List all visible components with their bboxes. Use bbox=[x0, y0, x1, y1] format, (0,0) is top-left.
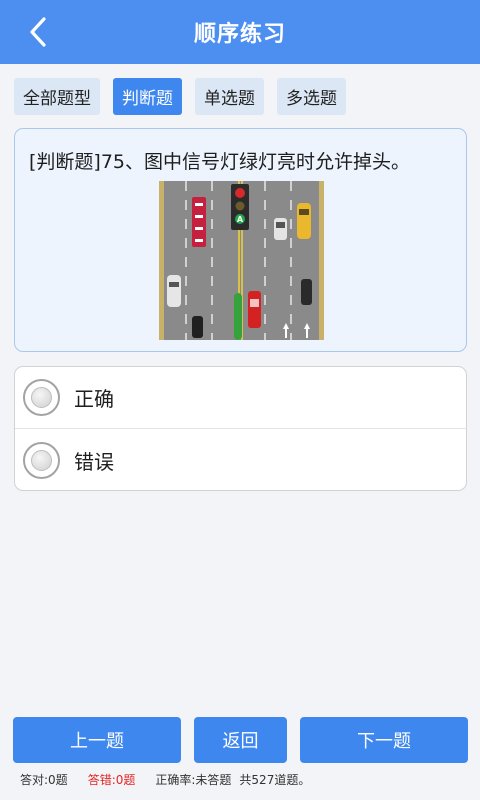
filter-true-false[interactable]: 判断题 bbox=[113, 78, 182, 115]
filter-multiple-choice[interactable]: 多选题 bbox=[277, 78, 346, 115]
option-label: 错误 bbox=[74, 449, 114, 474]
next-question-button[interactable]: 下一题 bbox=[300, 717, 468, 763]
radio-indicator bbox=[31, 387, 52, 408]
answer-stats: 答对:0题 答错:0题 正确率:未答题 共527道题。 bbox=[20, 771, 330, 788]
question-text: [判断题]75、图中信号灯绿灯亮时允许掉头。 bbox=[29, 151, 411, 173]
filter-single-choice[interactable]: 单选题 bbox=[195, 78, 264, 115]
option-correct[interactable]: 正确 bbox=[15, 367, 466, 429]
page-title: 顺序练习 bbox=[193, 22, 286, 47]
question-card: [判断题]75、图中信号灯绿灯亮时允许掉头。 A bbox=[14, 128, 467, 352]
option-wrong[interactable]: 错误 bbox=[15, 429, 466, 490]
radio-button[interactable] bbox=[23, 441, 60, 479]
radio-indicator bbox=[31, 449, 52, 471]
app-header: 顺序练习 bbox=[0, 0, 480, 64]
signal-arrow-label: A bbox=[237, 215, 244, 224]
correct-count: 答对:0题 bbox=[20, 773, 68, 787]
question-type-filter: 全部题型 判断题 单选题 多选题 bbox=[14, 78, 346, 115]
chevron-left-icon bbox=[30, 17, 46, 47]
previous-question-button[interactable]: 上一题 bbox=[13, 717, 181, 763]
traffic-intersection-image: A bbox=[159, 181, 324, 340]
option-label: 正确 bbox=[74, 387, 114, 411]
filter-all-types[interactable]: 全部题型 bbox=[14, 78, 100, 115]
radio-button[interactable] bbox=[23, 379, 60, 416]
accuracy-rate: 正确率:未答题 bbox=[155, 773, 232, 787]
return-button[interactable]: 返回 bbox=[194, 717, 287, 763]
answer-options: 正确 错误 bbox=[14, 366, 467, 491]
wrong-count: 答错:0题 bbox=[87, 773, 136, 787]
back-button[interactable] bbox=[20, 14, 56, 50]
total-questions: 共527道题。 bbox=[239, 773, 311, 787]
